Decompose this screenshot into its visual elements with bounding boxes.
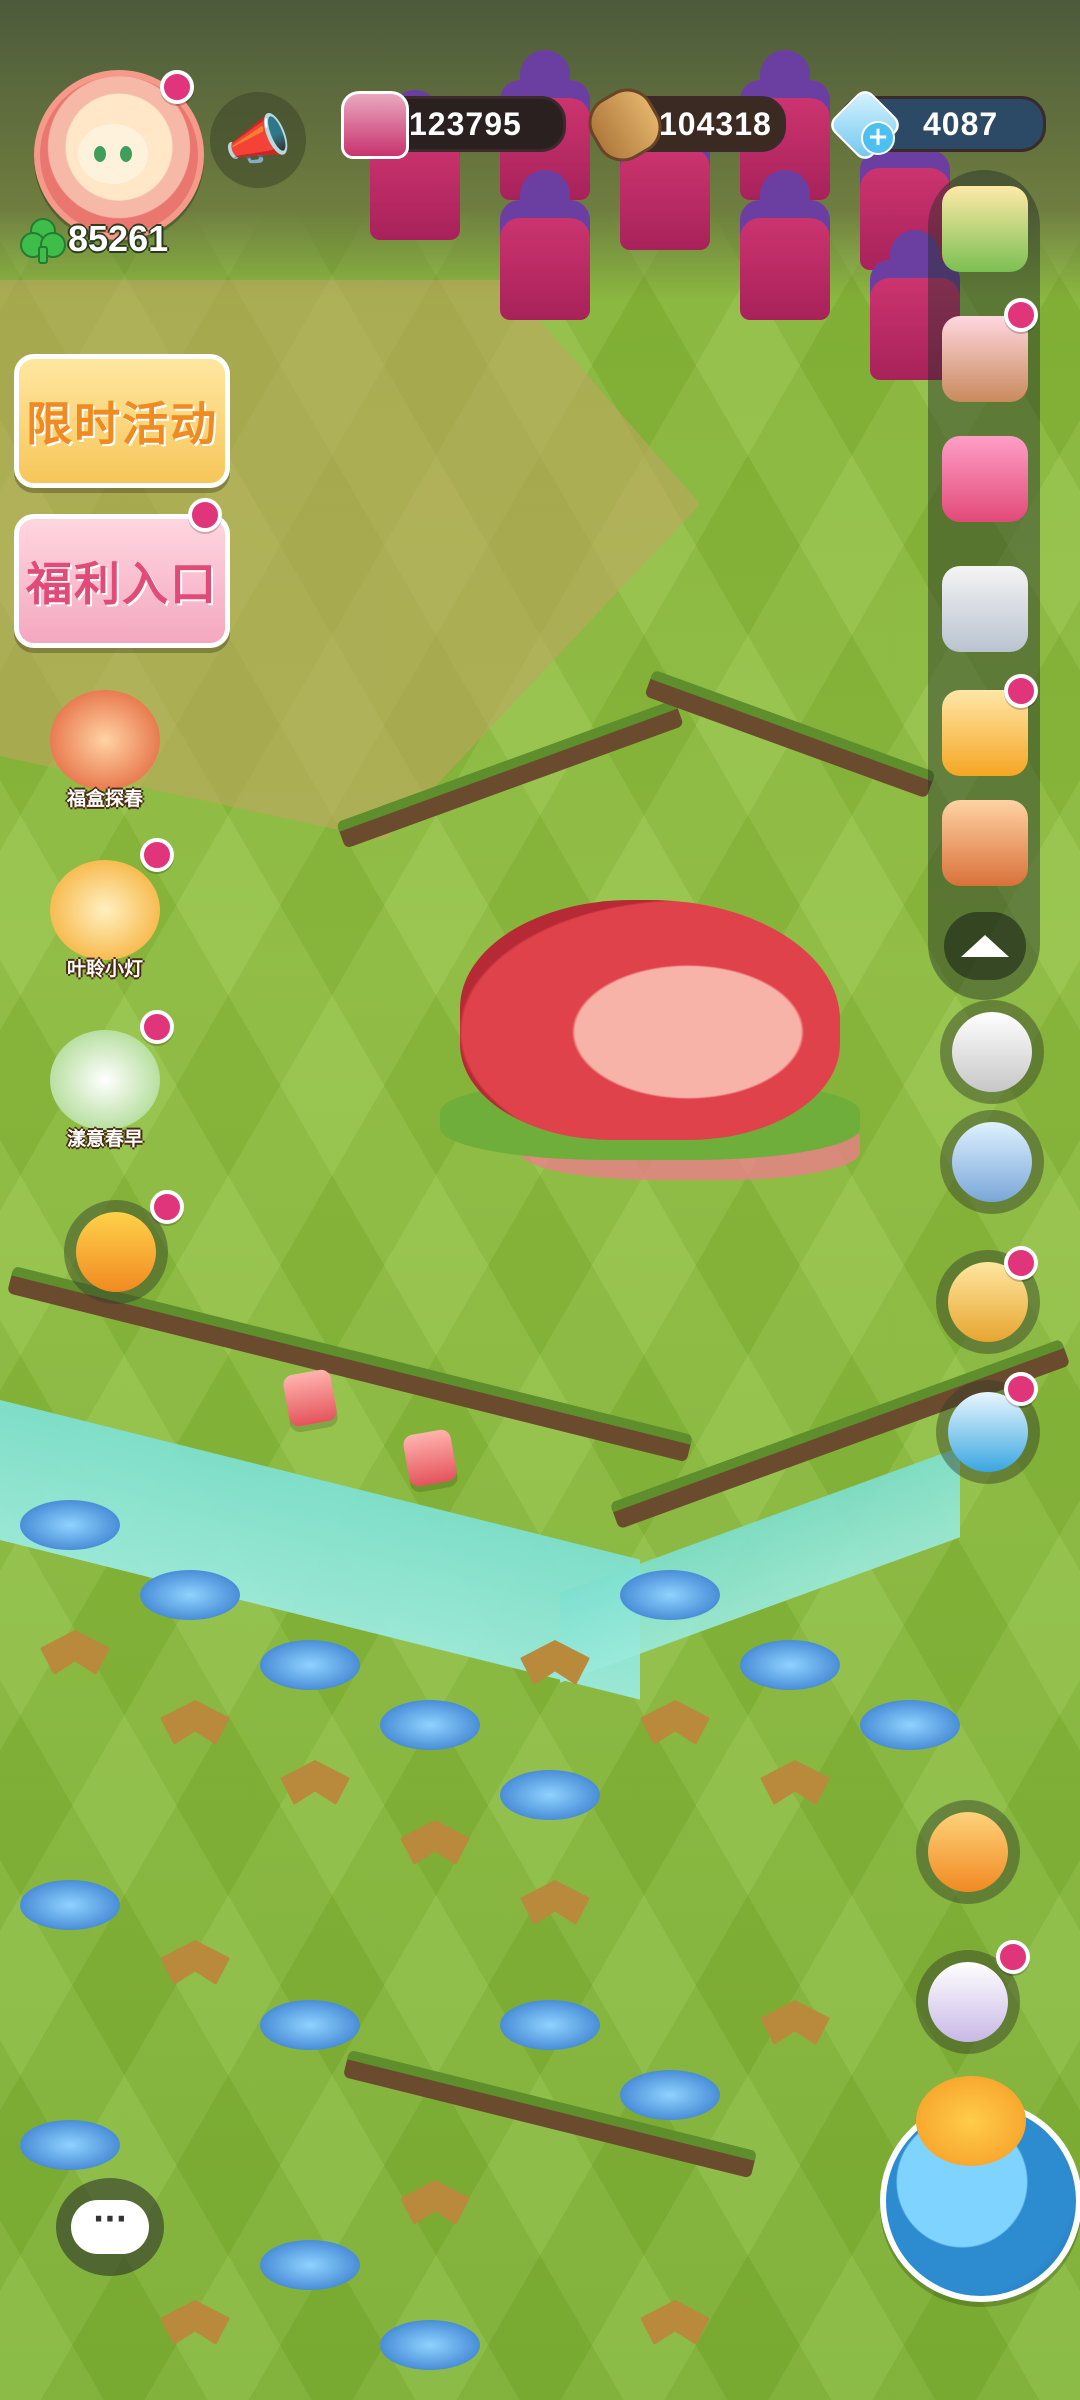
clover-count: 85261 [68, 218, 169, 259]
pomegranate-icon [460, 900, 840, 1140]
pomegranate-seed-gem[interactable] [281, 1368, 339, 1428]
bunny-pond[interactable] [500, 1770, 600, 1820]
jar-amount: 123795 [409, 105, 522, 142]
dried-leaf[interactable] [760, 1760, 830, 1805]
dried-leaf[interactable] [640, 2300, 710, 2345]
jam-machine[interactable] [500, 170, 590, 320]
bunny-pond[interactable] [20, 2120, 120, 2170]
chat-bubble-icon: ··· [71, 2200, 149, 2254]
bunny-pond[interactable] [140, 1570, 240, 1620]
bunny-pond[interactable] [380, 2320, 480, 2370]
card-book-icon[interactable] [942, 436, 1028, 522]
welfare-button[interactable]: 福利入口 [14, 514, 230, 648]
side-event-character[interactable]: 漾意春早 [30, 1030, 180, 1151]
bunny-pond[interactable] [260, 1640, 360, 1690]
side-event-label: 福盒探春 [66, 788, 143, 810]
phone-swap-button[interactable] [940, 1110, 1044, 1214]
bunny-pond[interactable] [20, 1880, 120, 1930]
dried-leaf[interactable] [160, 2300, 230, 2345]
notification-dot [150, 1190, 184, 1224]
fox-girl-icon [50, 690, 160, 790]
camera-icon [952, 1012, 1032, 1092]
limited-event-label: 限时活动 [26, 397, 218, 451]
limited-event-button[interactable]: 限时活动 [14, 354, 230, 488]
jam-machine[interactable] [740, 170, 830, 320]
resource-wood[interactable]: 104318 [578, 78, 786, 172]
side-event-label: 叶聆小灯 [66, 958, 143, 980]
dried-leaf[interactable] [280, 1760, 350, 1805]
dried-leaf[interactable] [640, 1700, 710, 1745]
remote-control-icon[interactable] [942, 566, 1028, 652]
dried-leaf[interactable] [520, 1880, 590, 1925]
jam-jar-icon [341, 91, 409, 159]
dried-leaf[interactable] [400, 1820, 470, 1865]
heart-buns-button[interactable] [916, 1800, 1020, 1904]
dried-leaf[interactable] [160, 1940, 230, 1985]
bunny-pond[interactable] [500, 2000, 600, 2050]
dried-leaf[interactable] [40, 1630, 110, 1675]
quest-clipboard-icon [928, 1962, 1008, 2042]
bunny-pond[interactable] [260, 2000, 360, 2050]
megaphone-icon: 📣 [224, 108, 292, 171]
collapse-panel-button[interactable] [944, 912, 1026, 980]
phone-swap-icon [952, 1122, 1032, 1202]
side-event-label: 漾意春早 [66, 1128, 143, 1150]
heart-buns-icon [928, 1812, 1008, 1892]
bunny-pond[interactable] [740, 1640, 840, 1690]
winged-chick-icon [916, 2076, 1026, 2166]
recipe-book-icon[interactable] [942, 800, 1028, 886]
side-event-character[interactable]: 福盒探春 [30, 690, 180, 811]
clover-counter: 85261 [20, 218, 169, 264]
world-map-button[interactable] [880, 2076, 1080, 2302]
girl-avatar-icon [78, 124, 148, 184]
resource-jar[interactable]: 123795 [341, 91, 566, 159]
notification-dot [188, 498, 222, 532]
notification-dot [1004, 1372, 1038, 1406]
bunny-pond[interactable] [380, 1700, 480, 1750]
bunny-pond[interactable] [620, 1570, 720, 1620]
side-event-character[interactable]: 叶聆小灯 [30, 860, 180, 981]
notification-dot [1004, 298, 1038, 332]
notification-dot [1004, 1246, 1038, 1280]
bunny-pond[interactable] [620, 2070, 720, 2120]
bunny-pond[interactable] [260, 2240, 360, 2290]
notification-dot [140, 1010, 174, 1044]
wood-amount: 104318 [659, 105, 772, 142]
bunny-pond[interactable] [20, 1500, 120, 1550]
pomegranate-seed-gem[interactable] [401, 1428, 459, 1488]
leaf-girl-icon [50, 860, 160, 960]
dried-leaf[interactable] [160, 1700, 230, 1745]
cliff-edge [644, 669, 936, 799]
welfare-label: 福利入口 [26, 557, 218, 611]
gem-amount: 4087 [923, 105, 999, 142]
clover-icon [20, 218, 66, 264]
chat-button[interactable]: ··· [56, 2178, 164, 2276]
announcement-button[interactable]: 📣 [210, 92, 306, 188]
camera-button[interactable] [940, 1000, 1044, 1104]
green-girl-icon [50, 1030, 160, 1130]
notification-dot [160, 70, 194, 104]
notification-dot [996, 1940, 1030, 1974]
cheese-icon [76, 1212, 156, 1292]
pomegranate-house[interactable] [440, 880, 860, 1180]
dried-leaf[interactable] [400, 2180, 470, 2225]
notification-dot [140, 838, 174, 872]
dried-leaf[interactable] [760, 2000, 830, 2045]
add-gems-button[interactable]: + [861, 121, 895, 155]
notification-dot [1004, 674, 1038, 708]
resource-gems[interactable]: + 4087 [826, 86, 1046, 164]
bunny-pond[interactable] [860, 1700, 960, 1750]
bakery-shop-icon[interactable] [942, 186, 1028, 272]
